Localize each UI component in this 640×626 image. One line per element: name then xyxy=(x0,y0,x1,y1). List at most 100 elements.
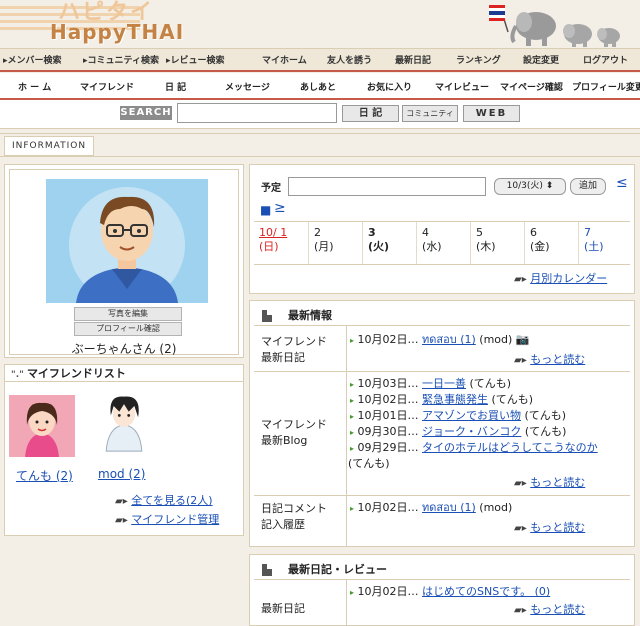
blog-entry: ▸ 10月01日… アマゾンでお買い物 (てんも) xyxy=(350,408,566,425)
menu-my-friend[interactable]: マイフレンド xyxy=(80,80,134,93)
entry-author: (mod) xyxy=(479,501,513,514)
calendar-day-wed[interactable]: 4 (水) xyxy=(416,222,468,264)
calendar-prev-link[interactable]: ≤ xyxy=(616,175,628,191)
menu-my-review[interactable]: マイレビュー xyxy=(435,80,489,93)
menu-diary[interactable]: 日 記 xyxy=(165,80,186,93)
bullet-icon: ▸ xyxy=(350,380,355,389)
bullet-icon: ▸ xyxy=(350,428,355,437)
search-diary-button[interactable]: 日 記 xyxy=(342,105,399,122)
information-tab[interactable]: INFORMATION xyxy=(4,136,94,156)
monthly-calendar-link[interactable]: 月別カレンダー xyxy=(530,272,607,285)
blog-entry-author-wrap: (てんも) xyxy=(348,456,390,472)
friend-avatar-mod[interactable] xyxy=(91,391,157,453)
friend-avatar-tenmo[interactable] xyxy=(9,395,75,457)
friend-link-mod[interactable]: mod (2) xyxy=(98,467,145,481)
nav-review-search[interactable]: ▸レビュー検索 xyxy=(166,53,225,66)
blog-entry: ▸ 10月03日… 一日一善 (てんも) xyxy=(350,376,511,393)
calendar-day-mon[interactable]: 2 (月) xyxy=(308,222,360,264)
latest-info-header: 最新情報 xyxy=(254,307,630,326)
nav-my-home[interactable]: マイホーム xyxy=(262,53,307,66)
calendar-day-sun[interactable]: 10/ 1 (日) xyxy=(254,222,306,264)
schedule-input[interactable] xyxy=(288,177,486,196)
search-input[interactable] xyxy=(177,103,337,123)
menu-message[interactable]: メッセージ xyxy=(225,80,270,93)
profile-avatar[interactable] xyxy=(46,179,208,303)
section-icon xyxy=(262,310,272,322)
entry-title-link[interactable]: ジョーク・バンコク xyxy=(422,425,521,438)
read-more-diary-link[interactable]: もっと読む xyxy=(530,353,585,366)
calendar-day-weekday: (火) xyxy=(368,240,390,253)
friend-diary-label-line1: マイフレンド xyxy=(261,335,327,348)
bullet-icon: ▸ xyxy=(350,396,355,405)
friend-list-header: "." マイフレンドリスト xyxy=(5,365,243,382)
friend-diary-label: マイフレンド 最新日記 xyxy=(254,334,344,366)
entry-author: (てんも) xyxy=(469,377,512,390)
nav-logout[interactable]: ログアウト xyxy=(583,53,628,66)
calendar-week-icon[interactable]: ■ xyxy=(260,203,271,217)
global-nav: ▸メンバー検索 ▸コミュニティ検索 ▸レビュー検索 マイホーム 友人を誘う 最新… xyxy=(0,48,640,72)
profile-check-button[interactable]: プロフィール確認 xyxy=(74,322,182,336)
friend-diary-label-line2: 最新日記 xyxy=(261,351,305,364)
view-all-friends-link[interactable]: 全てを見る(2人) xyxy=(131,494,212,507)
calendar-day-sat[interactable]: 7 (土) xyxy=(578,222,630,264)
diary-comment-label: 日記コメント 記入履歴 xyxy=(254,501,344,533)
calendar-day-weekday: (木) xyxy=(476,240,496,253)
nav-invite-friend[interactable]: 友人を誘う xyxy=(327,53,372,66)
latest-info-title: 最新情報 xyxy=(288,309,332,322)
entry-date: 10月03日… xyxy=(357,377,419,390)
profile-panel: 写真を編集 プロフィール確認 ぶーちゃんさん (2) xyxy=(4,164,244,358)
nav-settings[interactable]: 設定変更 xyxy=(523,53,559,66)
entry-title-link[interactable]: アマゾンでお買い物 xyxy=(422,409,521,422)
profile-name: ぶーちゃんさん (2) xyxy=(71,342,177,356)
read-more-comment-link[interactable]: もっと読む xyxy=(530,521,585,534)
manage-friends-link[interactable]: マイフレンド管理 xyxy=(131,513,219,526)
calendar-day-thu[interactable]: 5 (木) xyxy=(470,222,522,264)
entry-date: 10月02日… xyxy=(357,393,419,406)
latest-info-panel: 最新情報 マイフレンド 最新日記 ▸ 10月02日… ทดสอบ (1) (mo… xyxy=(249,300,635,547)
nav-latest-diary[interactable]: 最新日記 xyxy=(395,53,431,66)
calendar-day-date: 3 xyxy=(368,226,376,239)
menu-profile-edit[interactable]: プロフィール変更 xyxy=(572,80,640,93)
chevron-down-icon: ⬍ xyxy=(545,181,554,191)
entry-title-link[interactable]: 緊急事態発生 xyxy=(422,393,488,406)
entry-title-link[interactable]: タイのホテルはどうしてこうなのか xyxy=(422,441,598,454)
nav-member-search[interactable]: ▸メンバー検索 xyxy=(3,53,62,66)
menu-my-page-check[interactable]: マイページ確認 xyxy=(500,80,563,93)
calendar-day-today[interactable]: 3 (火) xyxy=(362,222,414,264)
schedule-date-select[interactable]: 10/3(火) ⬍ xyxy=(494,178,566,195)
latest-diary-entry: ▸ 10月02日… はじめてのSNSです。 (0) xyxy=(350,584,550,601)
edit-photo-button[interactable]: 写真を編集 xyxy=(74,307,182,321)
calendar-day-date: 2 xyxy=(314,226,321,239)
calendar-day-weekday: (月) xyxy=(314,240,334,253)
information-bar: INFORMATION xyxy=(0,133,640,157)
friend-diary-entry: ▸ 10月02日… ทดสอบ (1) (mod) 📷 xyxy=(350,332,530,349)
schedule-add-button[interactable]: 追加 xyxy=(570,178,606,195)
search-bar: SEARCH 日 記 コミュニティ WEB xyxy=(0,100,640,129)
nav-ranking[interactable]: ランキング xyxy=(456,53,501,66)
arrow-right-icon: ▰▸ xyxy=(514,523,527,534)
calendar-next-link[interactable]: ≥ xyxy=(274,200,286,216)
read-more-blog-link[interactable]: もっと読む xyxy=(530,476,585,489)
entry-title-link[interactable]: 一日一善 xyxy=(422,377,466,390)
site-header: ハピタイ HappyTHAI xyxy=(0,0,640,48)
friend-link-tenmo[interactable]: てんも (2) xyxy=(16,467,73,484)
profile-frame: 写真を編集 プロフィール確認 ぶーちゃんさん (2) xyxy=(9,169,239,356)
calendar-day-weekday: (日) xyxy=(259,240,279,253)
search-web-button[interactable]: WEB xyxy=(463,105,520,122)
menu-home[interactable]: ホ ー ム xyxy=(18,80,51,93)
nav-community-search[interactable]: ▸コミュニティ検索 xyxy=(83,53,159,66)
calendar-day-fri[interactable]: 6 (金) xyxy=(524,222,576,264)
calendar-day-date[interactable]: 10/ 1 xyxy=(259,226,306,240)
entry-title-link[interactable]: ทดสอบ (1) xyxy=(422,333,476,346)
menu-footprints[interactable]: あしあと xyxy=(300,80,336,93)
entry-title-link[interactable]: はじめてのSNSです。 (0) xyxy=(422,585,550,598)
read-more-latest-diary-link[interactable]: もっと読む xyxy=(530,603,585,616)
blog-entry: ▸ 09月30日… ジョーク・バンコク (てんも) xyxy=(350,424,566,441)
menu-favorites[interactable]: お気に入り xyxy=(367,80,412,93)
search-community-button[interactable]: コミュニティ xyxy=(402,105,458,122)
entry-date: 10月02日… xyxy=(357,501,419,514)
logo-english[interactable]: HappyTHAI xyxy=(50,20,184,44)
entry-title-link[interactable]: ทดสอบ (1) xyxy=(422,501,476,514)
entry-date: 09月30日… xyxy=(357,425,419,438)
friend-blog-label: マイフレンド 最新Blog xyxy=(254,417,344,449)
